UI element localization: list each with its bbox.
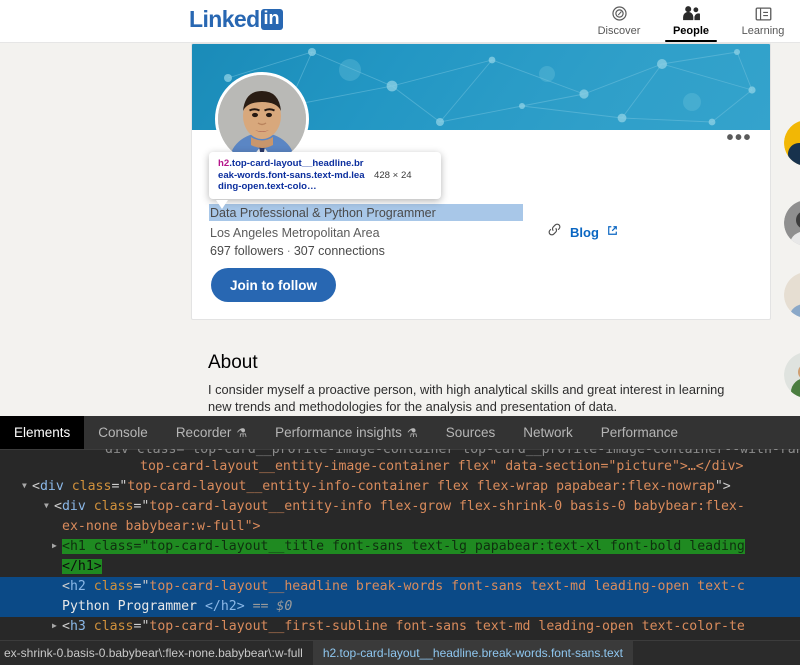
stats-separator: · — [286, 244, 291, 258]
inspector-dimensions: 428 × 24 — [374, 170, 412, 181]
dom-line-clipped[interactable]: div class="top-card__profile-image-conta… — [0, 449, 800, 457]
nav-item-label: Learning — [741, 25, 785, 37]
dom-line-entity-info[interactable]: ▼ <div class="top-card-layout__entity-inf… — [0, 497, 800, 517]
external-link-icon — [607, 223, 618, 241]
dom-class: top-card-layout__entity-info flex-grow f… — [149, 499, 745, 514]
flask-icon: ⚗ — [406, 425, 418, 440]
breadcrumb-item[interactable]: ex-shrink-0.basis-0.babybear\:flex-none.… — [0, 641, 313, 665]
dom-line-h1-close[interactable]: </h1> — [0, 557, 800, 577]
rail-avatar[interactable] — [784, 352, 800, 398]
compass-icon — [611, 4, 628, 23]
dom-line-h3[interactable]: ▶ <h3 class="top-card-layout__first-subli… — [0, 617, 800, 637]
dom-tag: div — [39, 479, 64, 494]
tab-recorder[interactable]: Recorder ⚗ — [162, 416, 261, 449]
tab-sources[interactable]: Sources — [432, 416, 510, 449]
logo-word: Linked — [189, 5, 260, 32]
expand-triangle-icon[interactable]: ▶ — [52, 537, 62, 556]
about-heading: About — [208, 352, 258, 373]
breadcrumb-item-selected[interactable]: h2.top-card-layout__headline.break-words… — [312, 641, 633, 665]
linkedin-logo[interactable]: Linked in — [189, 6, 283, 32]
dom-line-h2-selected[interactable]: <h2 class="top-card-layout__headline bre… — [0, 577, 800, 597]
dom-class: top-card-layout__headline break-words fo… — [149, 579, 745, 594]
connection-count: 307 connections — [293, 244, 385, 258]
rail-avatar[interactable] — [784, 120, 800, 166]
dom-class: top-card-layout__title font-sans text-lg… — [149, 539, 745, 554]
nav-item-group: Discover People Learning — [590, 1, 792, 42]
follower-count: 697 followers — [210, 244, 284, 258]
linkedin-top-nav: Linked in Discover People Learning — [0, 0, 800, 43]
profile-stats: 697 followers · 307 connections — [210, 244, 385, 258]
tab-performance[interactable]: Performance — [587, 416, 692, 449]
dom-class-cont: ex-none babybear:w-full"> — [62, 519, 261, 534]
tab-network[interactable]: Network — [509, 416, 587, 449]
profile-location: Los Angeles Metropolitan Area — [210, 226, 380, 240]
nav-item-people[interactable]: People — [662, 1, 720, 42]
active-tab-underline — [665, 40, 717, 42]
dom-line-h1[interactable]: ▶ <h1 class="top-card-layout__title font-… — [0, 537, 800, 557]
profile-headline: Data Professional & Python Programmer — [209, 204, 523, 221]
tab-label: Performance insights — [275, 425, 402, 440]
dom-class: top-card-layout__entity-info-container f… — [127, 479, 715, 494]
rail-avatar[interactable] — [784, 272, 800, 318]
dom-tag: div — [61, 499, 86, 514]
dom-line-text: top-card-layout__entity-image-container … — [140, 459, 744, 474]
learning-icon — [755, 4, 772, 23]
dom-line-clipped-text: div class="top-card__profile-image-conta… — [105, 449, 800, 457]
dom-class: top-card-layout__first-subline font-sans… — [149, 619, 745, 634]
people-icon — [682, 4, 701, 23]
dom-tag: h1 — [69, 539, 86, 554]
tab-label: Console — [98, 425, 148, 440]
tab-label: Sources — [445, 425, 496, 440]
dom-tag: h3 — [69, 619, 86, 634]
devtools-panel: Elements Console Recorder ⚗ Performance … — [0, 416, 800, 665]
nav-item-label: People — [672, 25, 710, 37]
browser-page-viewport: Linked in Discover People Learning ••• B… — [0, 0, 800, 416]
devtools-tab-bar: Elements Console Recorder ⚗ Performance … — [0, 416, 800, 450]
inspector-selector-rest: .top-card-layout__headline.break-words.f… — [218, 158, 365, 193]
expand-triangle-icon[interactable]: ▶ — [52, 617, 62, 636]
dom-close-tag: </h2> — [204, 599, 245, 614]
flask-icon: ⚗ — [236, 425, 248, 440]
dom-text-node: Python Programmer — [62, 599, 197, 614]
nav-item-learning[interactable]: Learning — [734, 1, 792, 38]
profile-headline-text: Data Professional & Python Programmer — [210, 206, 436, 220]
blog-link-label[interactable]: Blog — [570, 225, 599, 240]
tab-performance-insights[interactable]: Performance insights ⚗ — [261, 416, 432, 449]
inspector-selector-text: h2.top-card-layout__headline.break-words… — [218, 158, 368, 193]
element-inspector-tooltip: h2.top-card-layout__headline.break-words… — [209, 152, 441, 199]
link-icon — [547, 223, 562, 241]
dom-line-entity-info-cont[interactable]: ex-none babybear:w-full"> — [0, 517, 800, 537]
logo-in-badge: in — [260, 8, 283, 30]
tab-label: Recorder — [175, 425, 232, 440]
expand-triangle-icon[interactable]: ▼ — [44, 497, 54, 516]
dom-line-entity-info-container[interactable]: ▼ <div class="top-card-layout__entity-inf… — [0, 477, 800, 497]
dom-breadcrumb-bar: ex-shrink-0.basis-0.babybear\:flex-none.… — [0, 640, 800, 665]
nav-item-discover[interactable]: Discover — [590, 1, 648, 38]
tab-label: Performance — [600, 425, 679, 440]
selected-node-ref: == $0 — [252, 599, 293, 614]
tooltip-arrow — [216, 200, 228, 209]
tab-elements[interactable]: Elements — [0, 416, 85, 449]
dom-tree-view[interactable]: div class="top-card__profile-image-conta… — [0, 449, 800, 641]
about-section: About I consider myself a proactive pers… — [191, 352, 769, 415]
tab-console[interactable]: Console — [84, 416, 162, 449]
dom-tag: h2 — [69, 579, 86, 594]
nav-item-label: Discover — [597, 25, 641, 37]
tab-label: Network — [523, 425, 573, 440]
expand-triangle-icon[interactable]: ▼ — [22, 477, 32, 496]
join-to-follow-button[interactable]: Join to follow — [211, 268, 336, 302]
more-options-button[interactable]: ••• — [726, 128, 752, 148]
tab-label: Elements — [14, 425, 71, 440]
about-body-text: I consider myself a proactive person, wi… — [208, 382, 725, 414]
rail-avatar[interactable] — [784, 200, 800, 246]
inspector-tag-name: h2 — [218, 158, 230, 169]
blog-link-row[interactable]: Blog — [547, 223, 618, 241]
dom-line-image-container[interactable]: top-card-layout__entity-image-container … — [0, 457, 800, 477]
dom-line-h2-text[interactable]: Python Programmer </h2> == $0 — [0, 597, 800, 617]
dom-close-tag: </h1> — [62, 559, 102, 574]
